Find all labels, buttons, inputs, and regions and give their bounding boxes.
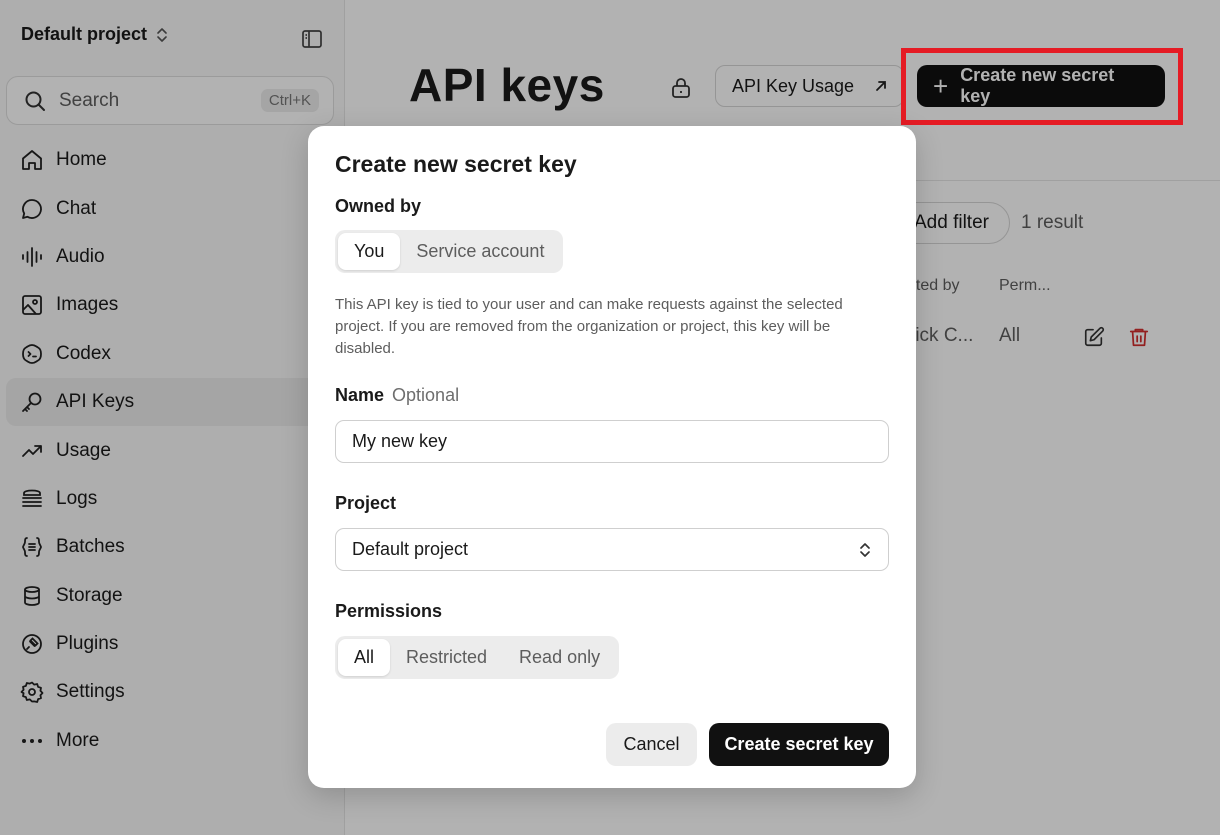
owned-by-label: Owned by — [335, 196, 422, 216]
permissions-toggle: All Restricted Read only — [335, 636, 620, 679]
owned-by-option-you[interactable]: You — [338, 233, 401, 270]
highlight-box — [901, 48, 1183, 125]
chevron-updown-icon — [860, 542, 870, 557]
create-secret-key-dialog: Create new secret key Owned by You Servi… — [308, 126, 916, 788]
project-select[interactable]: Default project — [335, 528, 889, 571]
name-label-text: Name — [335, 385, 385, 405]
dialog-title: Create new secret key — [335, 151, 577, 177]
name-label: Name Optional — [335, 385, 459, 406]
owned-by-toggle: You Service account — [335, 230, 564, 273]
name-optional-hint: Optional — [392, 385, 460, 405]
create-secret-key-button[interactable]: Create secret key — [709, 723, 889, 766]
permissions-option-restricted[interactable]: Restricted — [390, 639, 503, 676]
name-input-value: My new key — [352, 431, 448, 451]
owned-by-option-service-account[interactable]: Service account — [400, 233, 560, 270]
permissions-option-all[interactable]: All — [338, 639, 391, 676]
cancel-label: Cancel — [623, 734, 680, 754]
cancel-button[interactable]: Cancel — [606, 723, 697, 766]
permissions-option-read-only[interactable]: Read only — [503, 639, 616, 676]
project-select-value: Default project — [352, 539, 469, 559]
permissions-label: Permissions — [335, 601, 443, 621]
name-input[interactable]: My new key — [335, 420, 889, 463]
create-secret-key-label: Create secret key — [724, 734, 874, 754]
project-label: Project — [335, 493, 397, 513]
owner-description: This API key is tied to your user and ca… — [335, 296, 843, 357]
